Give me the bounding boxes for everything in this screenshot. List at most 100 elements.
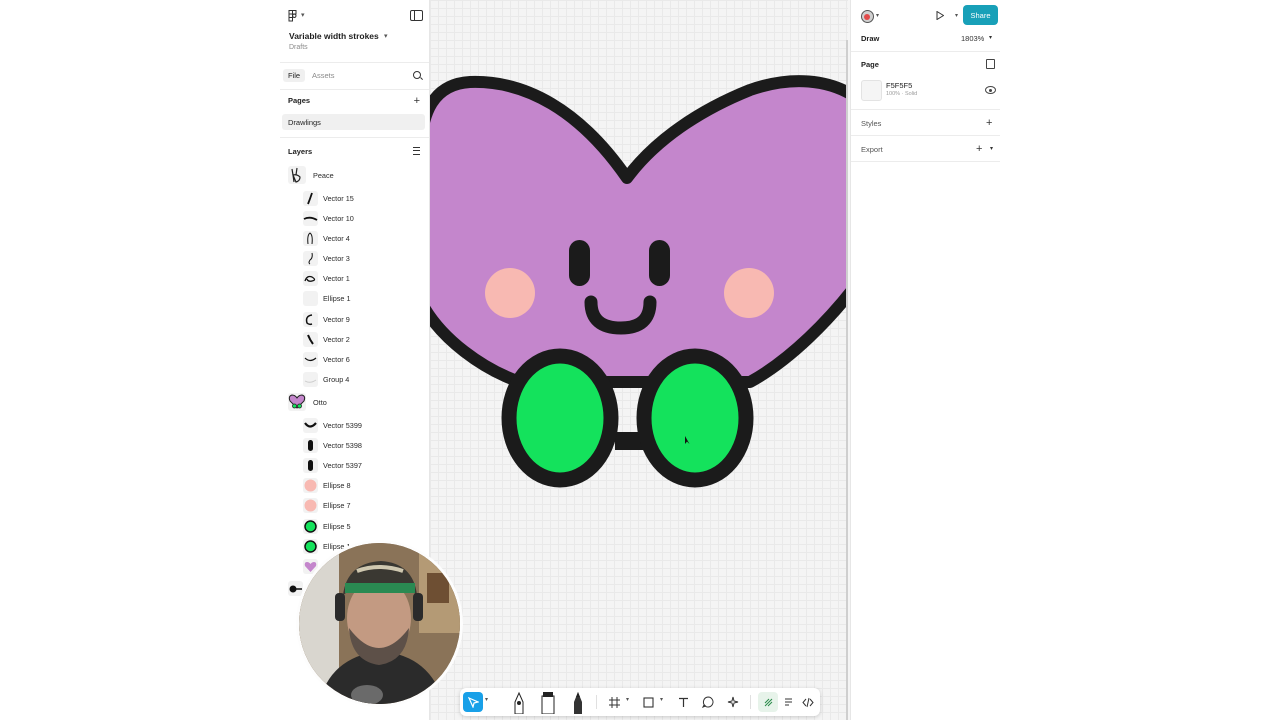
search-icon[interactable] <box>413 71 421 79</box>
layer-label: Vector 5398 <box>323 441 362 450</box>
vector-thumbnail <box>303 211 318 226</box>
page-fill-hex[interactable]: F5F5F5 <box>886 81 912 90</box>
chevron-down-icon[interactable]: ▾ <box>990 145 993 152</box>
divider <box>851 135 1000 136</box>
chevron-down-icon[interactable]: ▾ <box>955 12 958 19</box>
ellipse-thumbnail <box>303 291 318 306</box>
share-button[interactable]: Share <box>963 5 998 25</box>
page-settings-icon[interactable] <box>986 59 995 69</box>
layer-label: Vector 3 <box>323 254 350 263</box>
layer-label: Vector 10 <box>323 214 354 223</box>
design-mode-button[interactable] <box>778 692 798 712</box>
divider <box>851 161 1000 162</box>
comment-icon <box>702 696 714 708</box>
chevron-down-icon[interactable]: ▾ <box>876 12 879 19</box>
add-page-icon[interactable]: + <box>414 96 420 107</box>
layer-label: Ellipse 8 <box>323 481 351 490</box>
chevron-down-icon[interactable]: ▾ <box>301 11 305 19</box>
left-eye <box>569 240 590 286</box>
tab-assets[interactable]: Assets <box>307 69 340 82</box>
chevron-down-icon[interactable]: ▾ <box>660 696 663 703</box>
text-tool-button[interactable] <box>673 692 693 712</box>
vector-thumbnail <box>303 251 318 266</box>
page-section-label: Page <box>861 60 879 69</box>
move-tool-button[interactable] <box>463 692 483 712</box>
pen-icon <box>514 691 524 714</box>
otto-thumbnail <box>288 393 306 411</box>
comment-tool-button[interactable] <box>698 692 718 712</box>
right-foot <box>636 348 754 488</box>
tab-file[interactable]: File <box>283 69 306 82</box>
figma-logo-icon[interactable] <box>288 10 298 22</box>
panel-tabs: File Assets <box>280 62 429 90</box>
layer-label: Vector 4 <box>323 234 350 243</box>
layer-label: Vector 2 <box>323 335 350 344</box>
eye-icon[interactable] <box>985 86 996 94</box>
play-icon[interactable] <box>936 11 944 20</box>
vector-thumbnail <box>303 312 318 327</box>
chevron-down-icon[interactable]: ▾ <box>626 696 629 703</box>
layer-label: Ellipse 1 <box>323 294 351 303</box>
dev-mode-button[interactable] <box>798 692 818 712</box>
layer-label: Vector 6 <box>323 355 350 364</box>
canvas[interactable]: ▾ ▾ ▾ <box>430 0 848 720</box>
styles-label: Styles <box>861 119 882 128</box>
heart-shape <box>430 75 848 388</box>
draw-label: Draw <box>861 34 880 43</box>
left-foot <box>501 348 619 488</box>
vector-thumbnail <box>303 352 318 367</box>
vector-thumbnail <box>303 271 318 286</box>
user-avatar[interactable] <box>861 10 874 23</box>
divider <box>280 137 429 138</box>
layer-label: Vector 15 <box>323 194 354 203</box>
rectangle-icon <box>642 696 654 708</box>
layer-label: Ellipse 7 <box>323 501 351 510</box>
chevron-down-icon[interactable]: ▾ <box>989 34 992 41</box>
frame-tool-button[interactable] <box>604 692 624 712</box>
file-title[interactable]: Variable width strokes <box>289 31 379 41</box>
vertical-scrollbar[interactable] <box>846 40 848 720</box>
marker-tool-button[interactable] <box>538 688 558 716</box>
sidebar-toggle-icon[interactable] <box>410 10 423 21</box>
ellipse-thumbnail <box>303 498 318 513</box>
pages-heading: Pages <box>288 96 311 105</box>
design-mode-icon <box>784 698 792 705</box>
layer-label: Ellipse 5 <box>323 522 351 531</box>
list-icon[interactable] <box>413 147 420 155</box>
actions-tool-button[interactable] <box>723 692 743 712</box>
draw-mode-button[interactable] <box>758 692 778 712</box>
presenter-image <box>299 543 460 704</box>
divider <box>750 695 751 709</box>
vector-thumbnail <box>303 438 318 453</box>
ellipse-thumbnail <box>303 519 318 534</box>
right-sidebar: ▾ ▾ Share Draw 1803% ▾ Page F5F5F5 100% … <box>850 0 1000 720</box>
add-style-icon[interactable]: + <box>986 118 992 129</box>
pencil-icon <box>574 692 582 714</box>
right-cheek <box>724 268 774 318</box>
ellipse-thumbnail <box>303 539 318 554</box>
code-icon <box>802 697 814 707</box>
text-icon <box>678 697 688 707</box>
layer-label: Peace <box>313 171 334 180</box>
cursor-arrow-icon <box>467 696 479 708</box>
otto-heart-illustration[interactable] <box>430 0 848 720</box>
pen-tool-button[interactable] <box>509 688 529 716</box>
file-location[interactable]: Drafts <box>289 44 308 51</box>
zoom-level[interactable]: 1803% <box>961 34 984 43</box>
right-eye <box>649 240 670 286</box>
frame-icon <box>608 696 620 708</box>
divider <box>596 695 597 709</box>
group-thumbnail <box>303 372 318 387</box>
pencil-tool-button[interactable] <box>568 688 588 716</box>
page-fill-swatch[interactable] <box>861 80 882 101</box>
layer-label: Vector 5397 <box>323 461 362 470</box>
presenter-video <box>299 543 460 704</box>
chevron-down-icon[interactable]: ▾ <box>384 32 388 40</box>
layer-label: Vector 5399 <box>323 421 362 430</box>
layer-label: Otto <box>313 398 327 407</box>
add-export-icon[interactable]: + <box>976 144 982 155</box>
draw-mode-icon <box>764 698 772 706</box>
page-item-drawlings[interactable]: Drawlings <box>282 114 425 130</box>
chevron-down-icon[interactable]: ▾ <box>485 696 488 703</box>
shape-tool-button[interactable] <box>638 692 658 712</box>
